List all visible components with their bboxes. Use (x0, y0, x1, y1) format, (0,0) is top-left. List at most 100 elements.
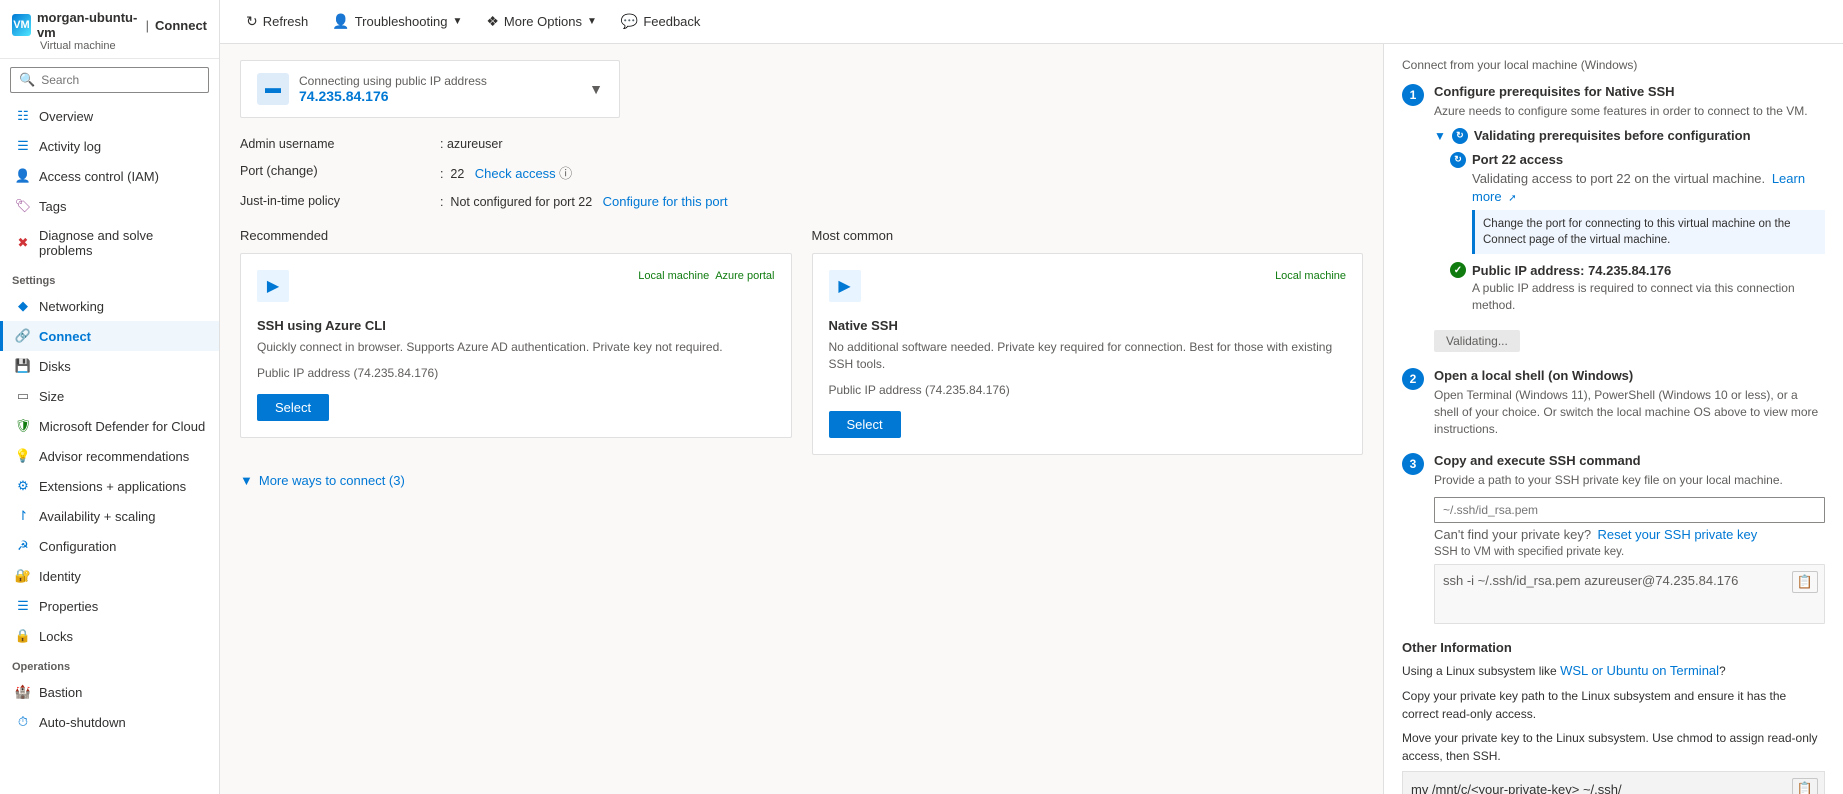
sidebar-item-size[interactable]: ▭ Size (0, 381, 219, 411)
public-ip-item-header: ✓ Public IP address: 74.235.84.176 (1450, 262, 1825, 278)
sidebar-item-configuration[interactable]: ☭ Configuration (0, 531, 219, 561)
step3-desc: Provide a path to your SSH private key f… (1434, 472, 1825, 489)
content-area: ▬ Connecting using public IP address 74.… (220, 44, 1843, 794)
feedback-button[interactable]: 💬 Feedback (611, 8, 711, 35)
ssh-cli-tag-local[interactable]: Local machine (638, 270, 709, 282)
ip-chevron-icon[interactable]: ▼ (589, 81, 603, 97)
sidebar-item-tags[interactable]: 🏷 Tags (0, 191, 219, 221)
ssh-cli-tag-azure[interactable]: Azure portal (715, 270, 774, 282)
port22-item-header: ↻ Port 22 access (1450, 152, 1825, 168)
vm-name: morgan-ubuntu-vm (37, 10, 140, 40)
sidebar-item-connect[interactable]: 🔗 Connect (0, 321, 219, 351)
prereq-section: ▼ ↻ Validating prerequisites before conf… (1434, 128, 1825, 352)
checkmark-icon: ✓ (1454, 265, 1462, 276)
ssh-cli-ip: Public IP address (74.235.84.176) (257, 366, 775, 380)
sidebar-item-locks[interactable]: 🔒 Locks (0, 621, 219, 651)
sidebar-item-identity[interactable]: 🔐 Identity (0, 561, 219, 591)
connect-icon: 🔗 (15, 328, 31, 344)
sidebar-item-label: Size (39, 389, 64, 404)
wsl-link[interactable]: WSL or Ubuntu on Terminal (1560, 663, 1719, 678)
more-ways-link[interactable]: ▼ More ways to connect (3) (240, 473, 1363, 488)
troubleshooting-button[interactable]: 👤 Troubleshooting ▼ (322, 8, 472, 35)
prereq-header[interactable]: ▼ ↻ Validating prerequisites before conf… (1434, 128, 1825, 144)
step1-block: 1 Configure prerequisites for Native SSH… (1402, 84, 1825, 352)
search-input[interactable] (41, 73, 200, 87)
right-panel-title: Connect from your local machine (Windows… (1402, 58, 1825, 72)
port22-desc: Validating access to port 22 on the virt… (1472, 170, 1825, 206)
step3-content: Copy and execute SSH command Provide a p… (1434, 453, 1825, 624)
ssh-private-key-input[interactable] (1434, 497, 1825, 523)
port-value: : 22 Check access ⓘ (440, 160, 1363, 185)
port22-status-icon: ↻ (1450, 152, 1466, 168)
sidebar-item-properties[interactable]: ☰ Properties (0, 591, 219, 621)
sidebar-item-bastion[interactable]: 🏰 Bastion (0, 677, 219, 707)
defender-icon: 🛡 (15, 418, 31, 434)
native-ssh-desc: No additional software needed. Private k… (829, 339, 1347, 373)
feedback-icon: 💬 (621, 13, 638, 30)
other-info-section: Other Information Using a Linux subsyste… (1402, 640, 1825, 794)
sidebar-item-activity-log[interactable]: ☰ Activity log (0, 131, 219, 161)
native-ssh-select-button[interactable]: Select (829, 411, 901, 438)
ip-selector[interactable]: ▬ Connecting using public IP address 74.… (240, 60, 620, 118)
most-common-label: Most common (812, 228, 1364, 243)
step3-title: Copy and execute SSH command (1434, 453, 1825, 468)
more-options-chevron-icon: ▼ (587, 16, 597, 27)
configure-port-link[interactable]: Configure for this port (603, 194, 728, 209)
check-access-link[interactable]: Check access (475, 166, 556, 181)
sidebar-item-networking[interactable]: ◆ Networking (0, 291, 219, 321)
more-options-button[interactable]: ❖ More Options ▼ (476, 8, 607, 35)
ssh-cli-select-button[interactable]: Select (257, 394, 329, 421)
port-change-link[interactable]: (change) (266, 163, 317, 178)
sidebar-item-defender[interactable]: 🛡 Microsoft Defender for Cloud (0, 411, 219, 441)
overview-icon: ☷ (15, 108, 31, 124)
refresh-label: Refresh (263, 14, 309, 29)
availability-icon: ↾ (15, 508, 31, 524)
recommended-label: Recommended (240, 228, 792, 243)
prereq-collapse-icon: ▼ (1434, 129, 1446, 143)
jit-label: Just-in-time policy (240, 191, 440, 212)
ip-value: 74.235.84.176 (299, 88, 487, 104)
jit-value: : Not configured for port 22 Configure f… (440, 191, 1363, 212)
sidebar-item-availability[interactable]: ↾ Availability + scaling (0, 501, 219, 531)
copy-command-button[interactable]: 📋 (1792, 571, 1818, 593)
networking-icon: ◆ (15, 298, 31, 314)
sidebar-item-disks[interactable]: 💾 Disks (0, 351, 219, 381)
copy-linux-cmd-button[interactable]: 📋 (1792, 778, 1818, 794)
sidebar-item-access-control[interactable]: 👤 Access control (IAM) (0, 161, 219, 191)
step2-block: 2 Open a local shell (on Windows) Open T… (1402, 368, 1825, 437)
sidebar-item-auto-shutdown[interactable]: ⏱ Auto-shutdown (0, 707, 219, 737)
other-info-title: Other Information (1402, 640, 1825, 655)
sidebar-item-advisor[interactable]: 💡 Advisor recommendations (0, 441, 219, 471)
ssh-azure-cli-card: ▶ Local machine Azure portal SSH using A… (240, 253, 792, 438)
step3-number: 3 (1402, 453, 1424, 475)
info-icon: ⓘ (559, 166, 572, 181)
toolbar: ↻ Refresh 👤 Troubleshooting ▼ ❖ More Opt… (220, 0, 1843, 44)
native-ssh-title: Native SSH (829, 318, 1347, 333)
prereq-header-label: Validating prerequisites before configur… (1474, 128, 1751, 143)
linux-cmd-line1: mv /mnt/c/<your-private-key> ~/.ssh/ (1411, 780, 1816, 794)
step2-title: Open a local shell (on Windows) (1434, 368, 1825, 383)
diagnose-icon: ✖ (15, 235, 31, 251)
most-common-column: Most common ▶ Local machine Native SSH N… (812, 228, 1364, 465)
refresh-button[interactable]: ↻ Refresh (236, 8, 318, 35)
sidebar-item-extensions[interactable]: ⚙ Extensions + applications (0, 471, 219, 501)
identity-icon: 🔐 (15, 568, 31, 584)
sidebar-item-overview[interactable]: ☷ Overview (0, 101, 219, 131)
reset-ssh-key-link[interactable]: Reset your SSH private key (1598, 527, 1758, 542)
sidebar-item-label: Configuration (39, 539, 116, 554)
access-control-icon: 👤 (15, 168, 31, 184)
tags-icon: 🏷 (15, 198, 31, 214)
activity-log-icon: ☰ (15, 138, 31, 154)
more-ways-label: More ways to connect (3) (259, 473, 405, 488)
search-icon: 🔍 (19, 72, 35, 88)
public-ip-prereq-item: ✓ Public IP address: 74.235.84.176 A pub… (1450, 262, 1825, 314)
sidebar-item-diagnose[interactable]: ✖ Diagnose and solve problems (0, 221, 219, 265)
ssh-cli-tags: Local machine Azure portal (638, 270, 774, 282)
search-box[interactable]: 🔍 (10, 67, 209, 93)
properties-icon: ☰ (15, 598, 31, 614)
vm-icon: VM (12, 14, 31, 36)
step1-desc: Azure needs to configure some features i… (1434, 103, 1825, 120)
native-ssh-tag-local[interactable]: Local machine (1275, 270, 1346, 282)
ssh-command-text: ssh -i ~/.ssh/id_rsa.pem azureuser@74.23… (1443, 573, 1738, 588)
sidebar-item-label: Auto-shutdown (39, 715, 126, 730)
